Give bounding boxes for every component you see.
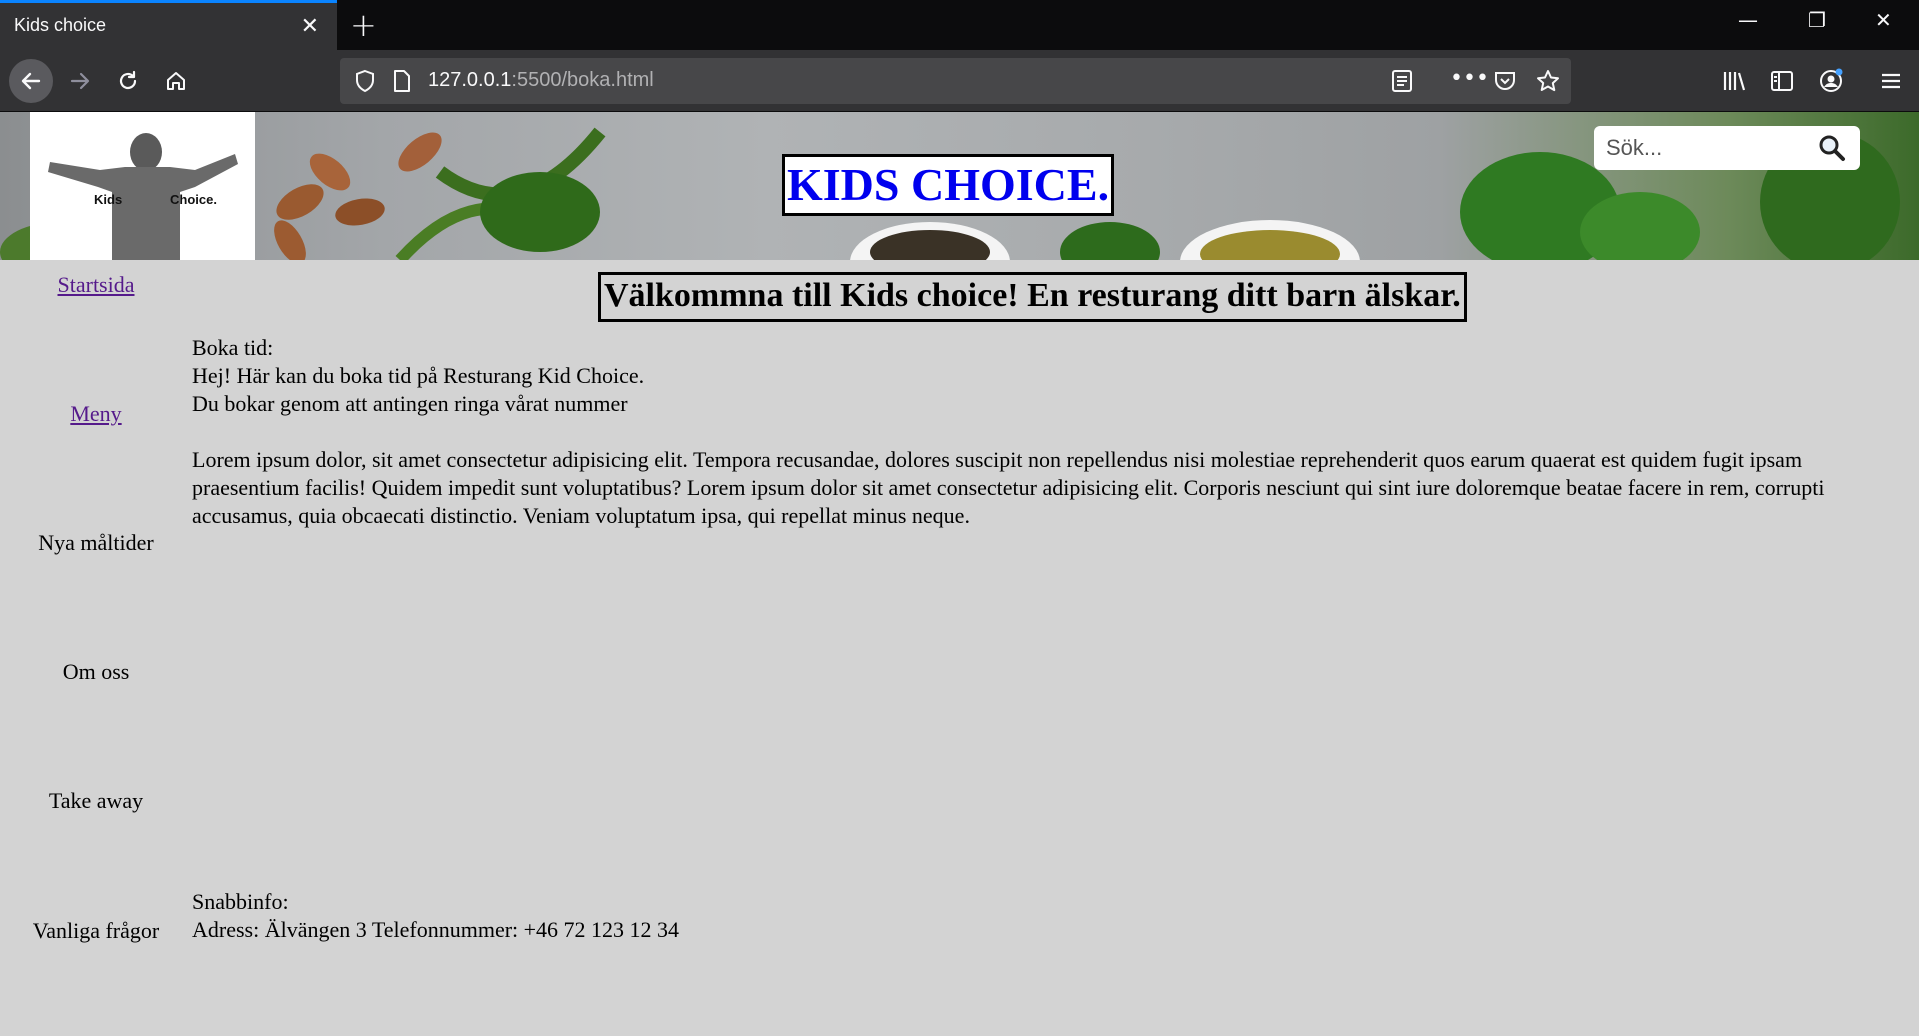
sidebar-button[interactable] <box>1762 61 1802 101</box>
forward-button[interactable] <box>60 61 100 101</box>
arrow-right-icon <box>70 72 90 90</box>
library-button[interactable] <box>1715 61 1755 101</box>
logo-text-right: Choice. <box>170 192 217 207</box>
nav-item-vanliga-fragor[interactable]: Vanliga frågor <box>0 918 192 944</box>
home-icon <box>167 72 185 90</box>
nav-link-startsida[interactable]: Startsida <box>0 272 192 298</box>
search-input[interactable] <box>1606 134 1806 162</box>
library-icon <box>1723 72 1746 91</box>
shield-icon[interactable] <box>354 69 376 98</box>
url-path: :5500/boka.html <box>511 69 654 91</box>
tab-bar: Kids choice ✕ + — ❐ ✕ <box>0 0 1919 50</box>
bookmark-star-icon[interactable] <box>1536 69 1560 98</box>
minimize-icon[interactable]: — <box>1738 8 1758 32</box>
booking-heading: Boka tid: <box>192 335 274 360</box>
arrow-left-icon <box>21 72 41 90</box>
search-box[interactable] <box>1594 126 1860 170</box>
page-icon <box>392 69 412 98</box>
new-tab-icon[interactable]: + <box>350 6 377 44</box>
address-bar[interactable]: 127.0.0.1:5500/boka.html ••• <box>340 58 1571 104</box>
quick-info-section: Snabbinfo: Adress: Älvängen 3 Telefonnum… <box>192 888 679 944</box>
restore-icon[interactable]: ❐ <box>1808 8 1826 32</box>
back-button[interactable] <box>9 59 53 103</box>
close-window-icon[interactable]: ✕ <box>1875 8 1892 32</box>
hamburger-icon <box>1882 73 1900 89</box>
home-button[interactable] <box>156 61 196 101</box>
nav-item-take-away[interactable]: Take away <box>0 788 192 814</box>
site-title[interactable]: KIDS CHOICE. <box>782 154 1115 216</box>
close-tab-icon[interactable]: ✕ <box>301 13 319 39</box>
booking-intro: Hej! Här kan du boka tid på Resturang Ki… <box>192 363 645 388</box>
account-icon <box>1820 68 1843 92</box>
booking-instructions: Du bokar genom att antingen ringa vårat … <box>192 391 628 416</box>
nav-item-nya-maltider[interactable]: Nya måltider <box>0 530 192 556</box>
menu-button[interactable] <box>1871 61 1911 101</box>
more-actions-icon[interactable]: ••• <box>1450 66 1489 91</box>
quick-info-text: Adress: Älvängen 3 Telefonnummer: +46 72… <box>192 917 680 942</box>
url-host: 127.0.0.1 <box>428 69 512 91</box>
reload-button[interactable] <box>108 61 148 101</box>
child-silhouette-icon <box>48 133 238 260</box>
active-tab[interactable]: Kids choice ✕ <box>0 0 337 50</box>
booking-section: Boka tid: Hej! Här kan du boka tid på Re… <box>192 334 1912 530</box>
web-page: Kids Choice. KIDS CHOICE. Startsida Meny… <box>0 112 1919 1036</box>
nav-bar: 127.0.0.1:5500/boka.html ••• <box>0 50 1919 112</box>
logo[interactable]: Kids Choice. <box>30 112 255 260</box>
sidebar-icon <box>1771 71 1793 91</box>
account-button[interactable] <box>1811 61 1851 101</box>
nav-link-meny[interactable]: Meny <box>0 401 192 427</box>
nav-item-om-oss[interactable]: Om oss <box>0 659 192 685</box>
reload-icon <box>119 70 137 90</box>
welcome-heading: Välkommna till Kids choice! En resturang… <box>598 272 1467 322</box>
pocket-icon[interactable] <box>1493 69 1517 98</box>
url-text[interactable]: 127.0.0.1:5500/boka.html <box>428 69 654 92</box>
header-banner: Kids Choice. KIDS CHOICE. <box>0 112 1919 260</box>
quick-info-heading: Snabbinfo: <box>192 889 289 914</box>
lorem-paragraph: Lorem ipsum dolor, sit amet consectetur … <box>192 447 1825 528</box>
tab-title: Kids choice <box>14 15 107 35</box>
search-icon[interactable] <box>1818 134 1846 167</box>
logo-text-left: Kids <box>94 192 123 207</box>
reader-view-icon[interactable] <box>1391 69 1413 98</box>
